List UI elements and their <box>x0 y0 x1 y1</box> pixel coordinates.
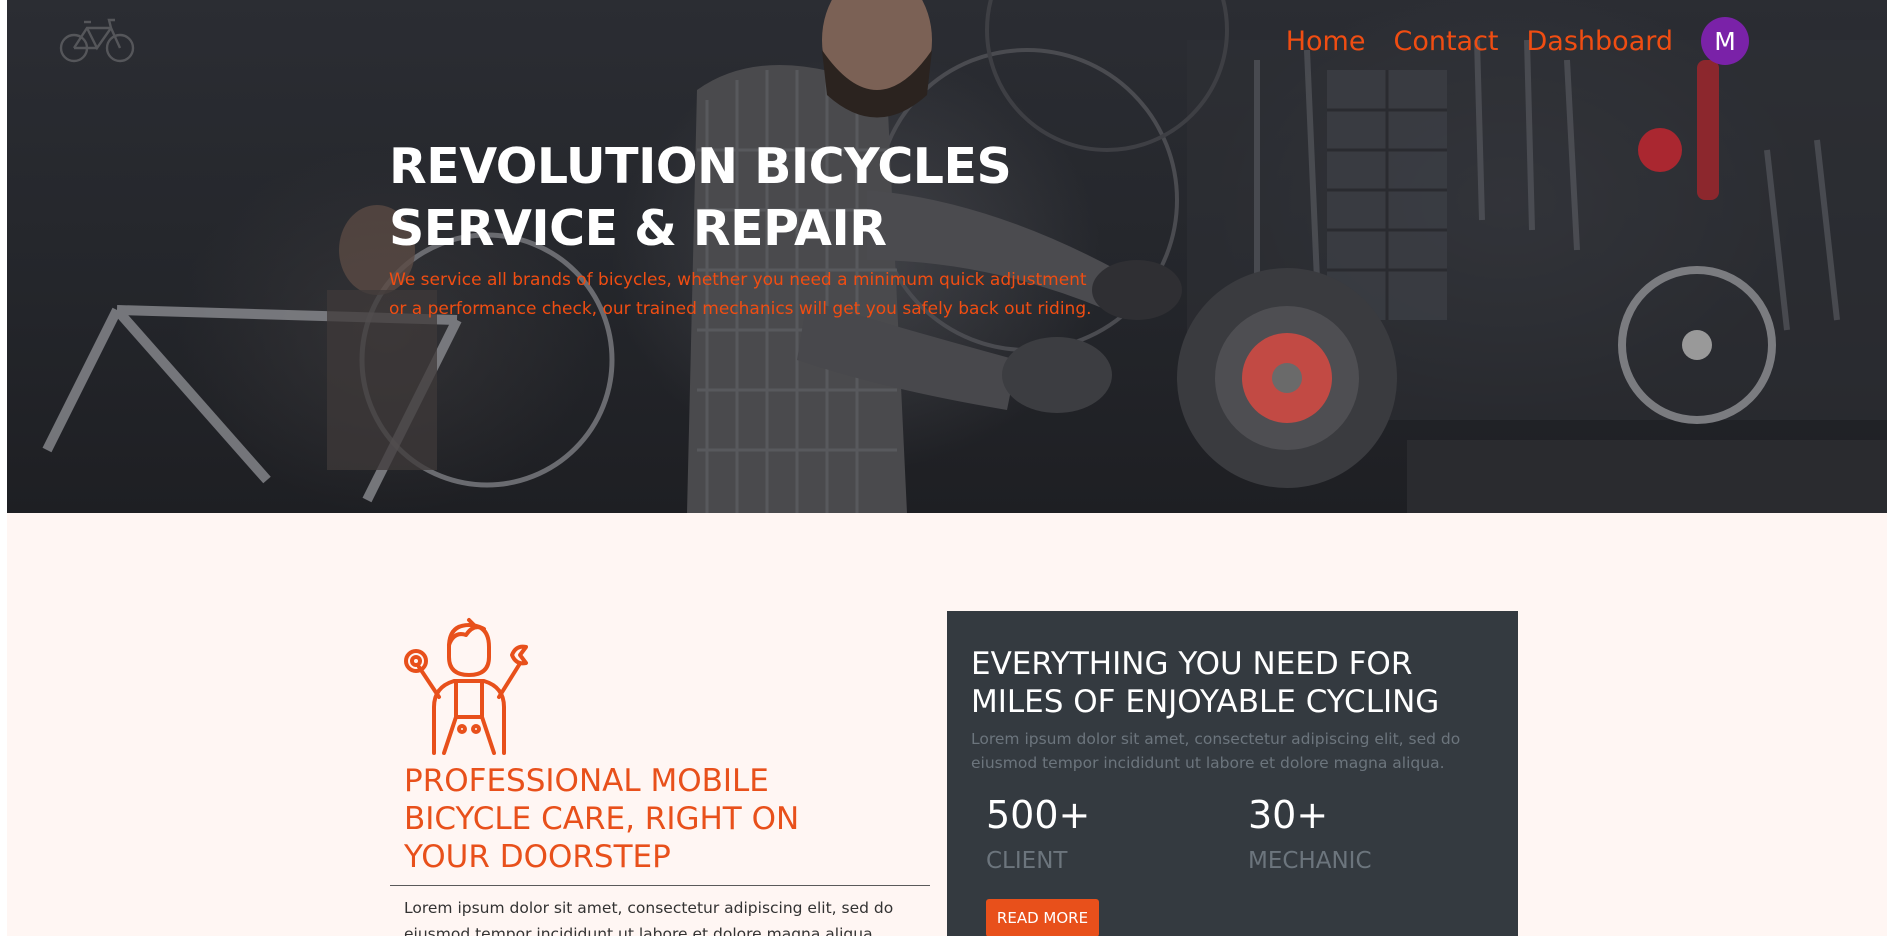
nav-contact-link[interactable]: Contact <box>1393 26 1498 57</box>
stat-mechanics-label: MECHANIC <box>1248 848 1372 874</box>
mechanic-icon <box>404 618 528 755</box>
intro-title: PROFESSIONAL MOBILE BICYCLE CARE, RIGHT … <box>404 763 800 875</box>
page: Home Contact Dashboard M REVOLUTION BICY… <box>0 0 1894 936</box>
hero-title-line1: REVOLUTION BICYCLES <box>389 138 1012 195</box>
card-text: Lorem ipsum dolor sit amet, consectetur … <box>971 730 1461 772</box>
hero-banner: Home Contact Dashboard M REVOLUTION BICY… <box>7 0 1887 513</box>
card-title: EVERYTHING YOU NEED FOR MILES OF ENJOYAB… <box>971 646 1440 720</box>
hero-title: REVOLUTION BICYCLES SERVICE & REPAIR <box>389 136 1012 260</box>
top-nav: Home Contact Dashboard M <box>1286 16 1887 66</box>
intro-text: Lorem ipsum dolor sit amet, consectetur … <box>404 899 894 936</box>
stat-mechanics-number: 30+ <box>1248 793 1329 837</box>
stat-clients-number: 500+ <box>986 793 1091 837</box>
intro-divider <box>390 885 930 886</box>
nav-home-link[interactable]: Home <box>1286 26 1366 57</box>
hero-subtitle: We service all brands of bicycles, wheth… <box>389 270 1092 319</box>
hero-title-line2: SERVICE & REPAIR <box>389 200 887 257</box>
nav-dashboard-link[interactable]: Dashboard <box>1527 26 1673 57</box>
avatar-initial: M <box>1714 26 1736 56</box>
read-more-button[interactable]: READ MORE <box>986 899 1099 936</box>
features-card: EVERYTHING YOU NEED FOR MILES OF ENJOYAB… <box>947 611 1518 936</box>
stat-clients-label: CLIENT <box>986 848 1068 874</box>
user-avatar[interactable]: M <box>1701 17 1749 65</box>
bicycle-icon[interactable] <box>57 16 137 64</box>
